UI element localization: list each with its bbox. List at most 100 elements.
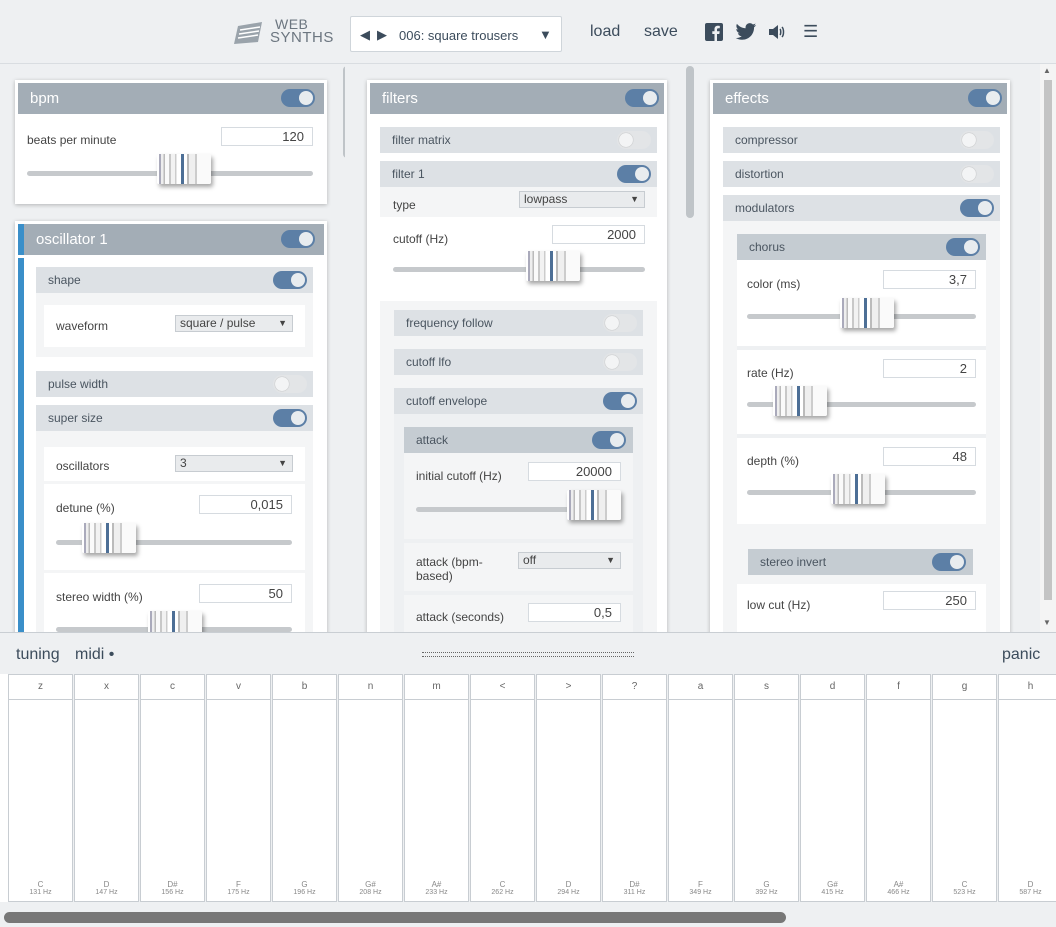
detune-slider-thumb[interactable]: [82, 523, 136, 553]
piano-key[interactable]: v F 175 Hz: [206, 674, 271, 902]
piano-key[interactable]: ? D# 311 Hz: [602, 674, 667, 902]
bpm-panel: bpm beats per minute 120: [15, 80, 327, 204]
pulse-width-toggle[interactable]: [273, 375, 307, 393]
frequency-follow-section: frequency follow: [394, 310, 643, 336]
filter-matrix-toggle[interactable]: [617, 131, 651, 149]
rate-slider-thumb[interactable]: [773, 386, 827, 416]
cutoff-value[interactable]: 2000: [552, 225, 645, 244]
color-value[interactable]: 3,7: [883, 270, 976, 289]
previous-preset-icon[interactable]: ◀: [360, 27, 370, 43]
piano-key[interactable]: h D 587 Hz: [998, 674, 1056, 902]
waveform-label: waveform: [56, 319, 109, 333]
oscillators-select[interactable]: 3 ▼: [175, 455, 293, 472]
shape-body: waveform square / pulse ▼: [36, 293, 313, 357]
scroll-up-icon[interactable]: ▲: [1043, 66, 1051, 75]
facebook-icon[interactable]: [704, 22, 724, 42]
initial-cutoff-slider-thumb[interactable]: [567, 490, 621, 520]
attack-section: attack: [404, 427, 633, 453]
filter-type-select[interactable]: lowpass ▼: [519, 191, 645, 208]
resize-handle[interactable]: [422, 652, 634, 657]
super-size-toggle[interactable]: [273, 409, 307, 427]
compressor-toggle[interactable]: [960, 131, 994, 149]
bpm-title: bpm: [30, 90, 60, 107]
filters-toggle[interactable]: [625, 89, 659, 107]
depth-value[interactable]: 48: [883, 447, 976, 466]
stereo-invert-toggle[interactable]: [932, 553, 966, 571]
cutoff-slider-thumb[interactable]: [526, 251, 580, 281]
menu-icon[interactable]: ☰: [803, 22, 818, 42]
bpm-label: beats per minute: [27, 133, 117, 147]
super-size-label: super size: [48, 411, 103, 425]
oscillator-toggle[interactable]: [281, 230, 315, 248]
key-divider: [339, 699, 402, 700]
piano-key[interactable]: x D 147 Hz: [74, 674, 139, 902]
modulators-toggle[interactable]: [960, 199, 994, 217]
attack-bpm-select[interactable]: off ▼: [518, 552, 621, 569]
cutoff-lfo-toggle[interactable]: [603, 353, 637, 371]
tuning-button[interactable]: tuning: [16, 646, 60, 664]
key-frequency: 523 Hz: [953, 889, 976, 896]
cutoff-slider-track[interactable]: [393, 267, 645, 272]
key-shortcut: ?: [631, 681, 638, 692]
piano-key[interactable]: > D 294 Hz: [536, 674, 601, 902]
initial-cutoff-value[interactable]: 20000: [528, 462, 621, 481]
effects-toggle[interactable]: [968, 89, 1002, 107]
attack-toggle[interactable]: [592, 431, 626, 449]
piano-key[interactable]: f A# 466 Hz: [866, 674, 931, 902]
piano-key[interactable]: z C 131 Hz: [8, 674, 73, 902]
stereo-width-value[interactable]: 50: [199, 584, 292, 603]
oscillator-title: oscillator 1: [36, 231, 108, 248]
piano-key[interactable]: < C 262 Hz: [470, 674, 535, 902]
horizontal-scrollbar[interactable]: [0, 902, 1056, 927]
filter1-toggle[interactable]: [617, 165, 651, 183]
chevron-down-icon[interactable]: ▼: [539, 27, 552, 42]
bpm-slider-thumb[interactable]: [157, 154, 211, 184]
depth-slider-thumb[interactable]: [831, 474, 885, 504]
chorus-label: chorus: [749, 240, 786, 254]
cutoff-envelope-toggle[interactable]: [603, 392, 637, 410]
key-note: D: [1027, 880, 1034, 889]
piano-key[interactable]: a F 349 Hz: [668, 674, 733, 902]
piano-key[interactable]: n G# 208 Hz: [338, 674, 403, 902]
oscillator-accent: [18, 224, 24, 255]
bpm-toggle[interactable]: [281, 89, 315, 107]
key-frequency: 196 Hz: [293, 889, 316, 896]
distortion-toggle[interactable]: [960, 165, 994, 183]
depth-label: depth (%): [747, 454, 800, 468]
piano-key[interactable]: s G 392 Hz: [734, 674, 799, 902]
page-scrollbar[interactable]: ▲ ▼: [1040, 64, 1056, 632]
chorus-toggle[interactable]: [946, 238, 980, 256]
piano-key[interactable]: d G# 415 Hz: [800, 674, 865, 902]
filter-matrix-section: filter matrix: [380, 127, 657, 153]
panic-button[interactable]: panic: [1002, 646, 1040, 664]
piano-key[interactable]: b G 196 Hz: [272, 674, 337, 902]
piano-key[interactable]: c D# 156 Hz: [140, 674, 205, 902]
frequency-follow-toggle[interactable]: [603, 314, 637, 332]
detune-value[interactable]: 0,015: [199, 495, 292, 514]
next-preset-icon[interactable]: ▶: [377, 27, 387, 43]
scroll-down-icon[interactable]: ▼: [1043, 618, 1051, 627]
piano-key[interactable]: m A# 233 Hz: [404, 674, 469, 902]
speaker-icon[interactable]: [767, 22, 787, 42]
horizontal-scrollbar-thumb[interactable]: [4, 912, 786, 923]
save-button[interactable]: save: [644, 23, 678, 41]
twitter-icon[interactable]: [735, 22, 757, 42]
key-note: D: [103, 880, 110, 889]
load-button[interactable]: load: [590, 23, 620, 41]
midi-button[interactable]: midi •: [75, 646, 114, 664]
scrollbar-thumb[interactable]: [1044, 80, 1052, 600]
color-slider-thumb[interactable]: [840, 298, 894, 328]
preset-selector[interactable]: ◀ ▶ 006: square trousers ▼: [350, 16, 562, 52]
column-scrollbar[interactable]: [686, 66, 694, 218]
attack-seconds-value[interactable]: 0,5: [528, 603, 621, 622]
key-frequency: 392 Hz: [755, 889, 778, 896]
low-cut-value[interactable]: 250: [883, 591, 976, 610]
web-synths-logo[interactable]: WEB SYNTHS: [232, 16, 333, 48]
stereo-width-row: stereo width (%) 50: [44, 573, 305, 641]
bpm-value[interactable]: 120: [221, 127, 313, 146]
key-shortcut: x: [104, 681, 109, 692]
rate-value[interactable]: 2: [883, 359, 976, 378]
piano-key[interactable]: g C 523 Hz: [932, 674, 997, 902]
waveform-select[interactable]: square / pulse ▼: [175, 315, 293, 332]
shape-toggle[interactable]: [273, 271, 307, 289]
